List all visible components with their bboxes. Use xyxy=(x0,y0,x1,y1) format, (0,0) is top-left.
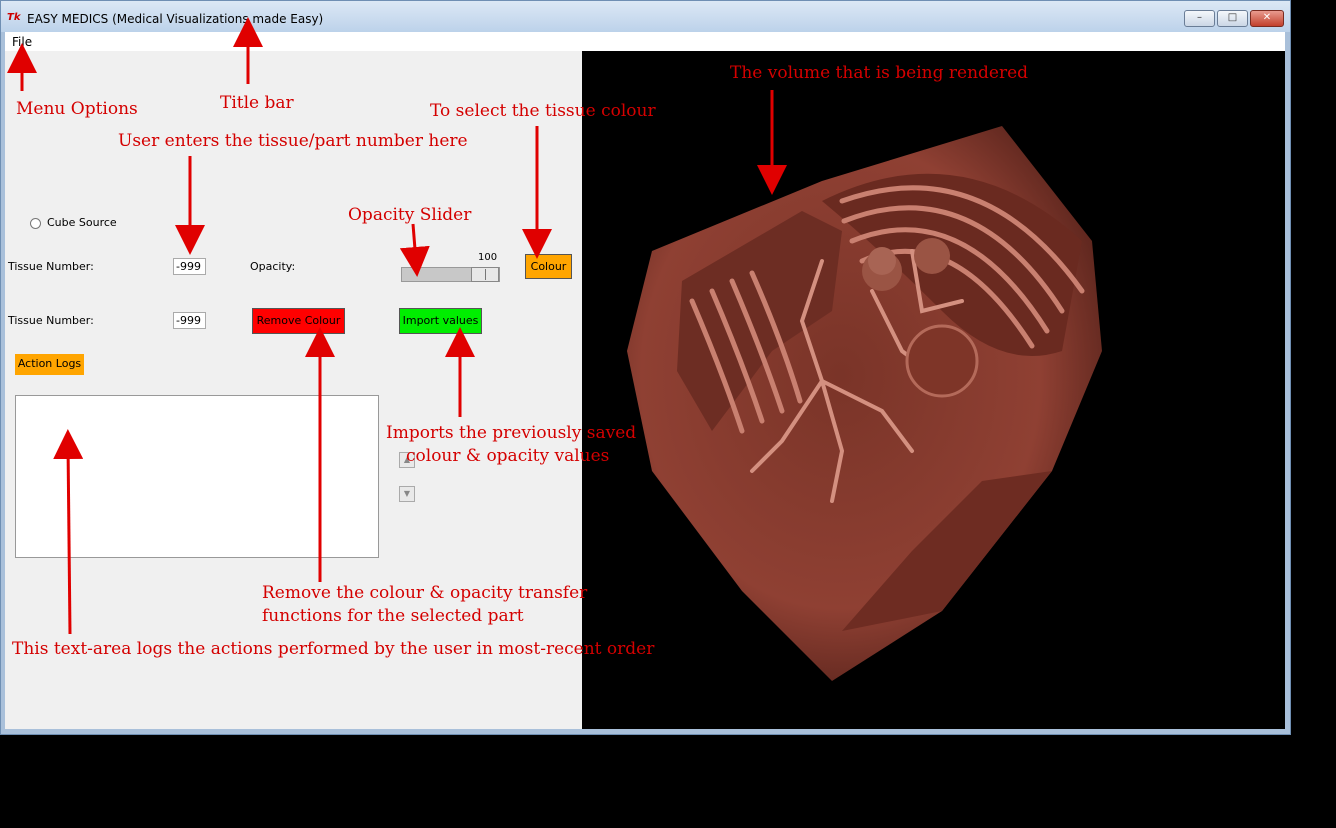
annotation-imports-line1: Imports the previously saved xyxy=(386,423,637,443)
annotation-tissue-colour: To select the tissue colour xyxy=(430,101,656,121)
annotation-imports-line2: colour & opacity values xyxy=(406,446,610,466)
annotation-remove-line1: Remove the colour & opacity transfer xyxy=(262,583,588,603)
annotation-title-bar: Title bar xyxy=(220,93,294,113)
annotation-menu-options: Menu Options xyxy=(16,99,138,119)
annotation-arrows xyxy=(6,17,787,635)
annotation-user-enters: User enters the tissue/part number here xyxy=(118,131,468,151)
annotation-volume: The volume that is being rendered xyxy=(730,63,1029,83)
annotation-remove-line2: functions for the selected part xyxy=(262,606,524,626)
annotation-logs: This text-area logs the actions performe… xyxy=(12,639,655,659)
annotation-opacity-slider: Opacity Slider xyxy=(348,205,472,225)
